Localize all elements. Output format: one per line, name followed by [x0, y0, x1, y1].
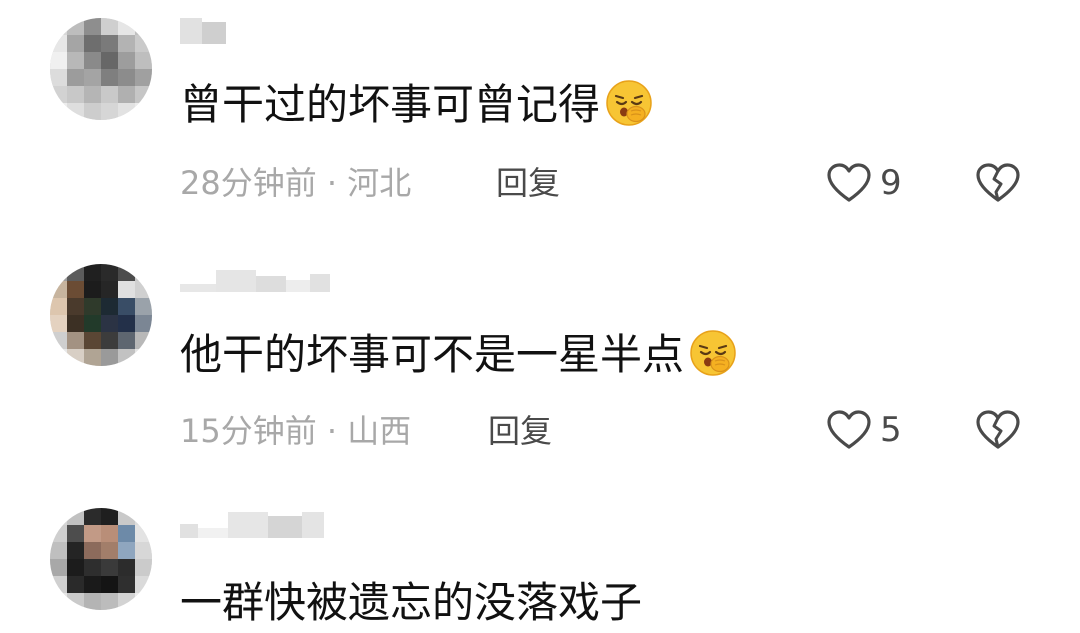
comment-location: 山西 [347, 412, 412, 450]
comment-item: 一群快被遗忘的没落戏子 [0, 0, 1080, 627]
avatar-mosaic [50, 508, 152, 610]
shushing-face-icon [690, 330, 736, 376]
username-blurred[interactable] [180, 512, 324, 538]
comment-text: 他干的坏事可不是一星半点 [180, 330, 738, 380]
dislike-button[interactable] [974, 409, 1022, 455]
comment-time: 15分钟前 [180, 412, 317, 450]
like-count: 5 [880, 410, 902, 450]
reply-button[interactable]: 回复 [488, 412, 552, 450]
comment-text: 一群快被遗忘的没落戏子 [180, 578, 642, 628]
comment-text-content: 他干的坏事可不是一星半点 [180, 330, 685, 379]
meta-separator: · [316, 412, 348, 450]
avatar[interactable] [50, 264, 152, 366]
heart-outline-icon [827, 410, 871, 449]
username-blurred[interactable] [180, 266, 330, 292]
comment-text-content: 一群快被遗忘的没落戏子 [180, 578, 643, 627]
avatar[interactable] [50, 508, 152, 610]
like-button[interactable]: 5 [826, 409, 902, 451]
broken-heart-icon [976, 410, 1020, 449]
avatar-mosaic [50, 264, 152, 366]
comment-meta: 15分钟前 · 山西 [180, 412, 411, 450]
